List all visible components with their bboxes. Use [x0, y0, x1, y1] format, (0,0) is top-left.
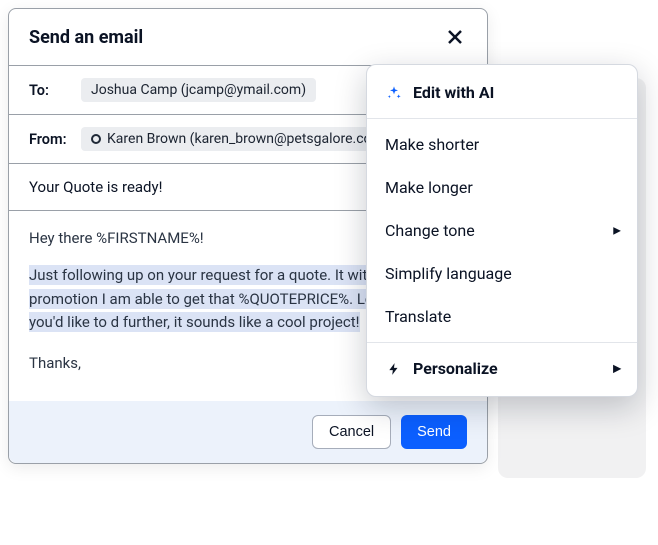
send-button[interactable]: Send — [401, 415, 467, 449]
close-icon — [446, 28, 464, 46]
dialog-footer: Cancel Send — [9, 401, 487, 463]
menu-item-label: Simplify language — [385, 264, 512, 283]
menu-change-tone[interactable]: Change tone ▶ — [367, 209, 637, 252]
to-label: To: — [29, 82, 71, 99]
ai-context-menu: Edit with AI Make shorter Make longer Ch… — [366, 64, 638, 397]
menu-item-label: Change tone — [385, 221, 475, 240]
menu-item-label: Make shorter — [385, 135, 479, 154]
menu-separator — [367, 342, 637, 343]
menu-simplify-language[interactable]: Simplify language — [367, 252, 637, 295]
menu-header-label: Edit with AI — [413, 83, 494, 102]
menu-make-longer[interactable]: Make longer — [367, 166, 637, 209]
to-recipient-chip[interactable]: Joshua Camp (jcamp@ymail.com) — [81, 78, 316, 102]
menu-edit-with-ai[interactable]: Edit with AI — [367, 71, 637, 114]
menu-personalize-label: Personalize — [413, 359, 498, 378]
menu-translate[interactable]: Translate — [367, 295, 637, 338]
menu-item-label: Translate — [385, 307, 451, 326]
chevron-right-icon: ▶ — [613, 225, 621, 236]
close-button[interactable] — [443, 25, 467, 49]
from-label: From: — [29, 131, 71, 148]
bolt-icon — [385, 362, 403, 376]
cancel-button[interactable]: Cancel — [312, 415, 391, 449]
menu-separator — [367, 118, 637, 119]
dialog-header: Send an email — [9, 9, 487, 66]
menu-item-label: Make longer — [385, 178, 473, 197]
dialog-title: Send an email — [29, 27, 143, 48]
sparkle-icon — [385, 85, 403, 101]
menu-make-shorter[interactable]: Make shorter — [367, 123, 637, 166]
menu-personalize[interactable]: Personalize ▶ — [367, 347, 637, 390]
avatar-icon — [91, 134, 101, 144]
from-sender-chip[interactable]: Karen Brown (karen_brown@petsgalore.co — [81, 127, 382, 151]
chevron-right-icon: ▶ — [613, 363, 621, 374]
from-value: Karen Brown (karen_brown@petsgalore.co — [107, 131, 372, 147]
